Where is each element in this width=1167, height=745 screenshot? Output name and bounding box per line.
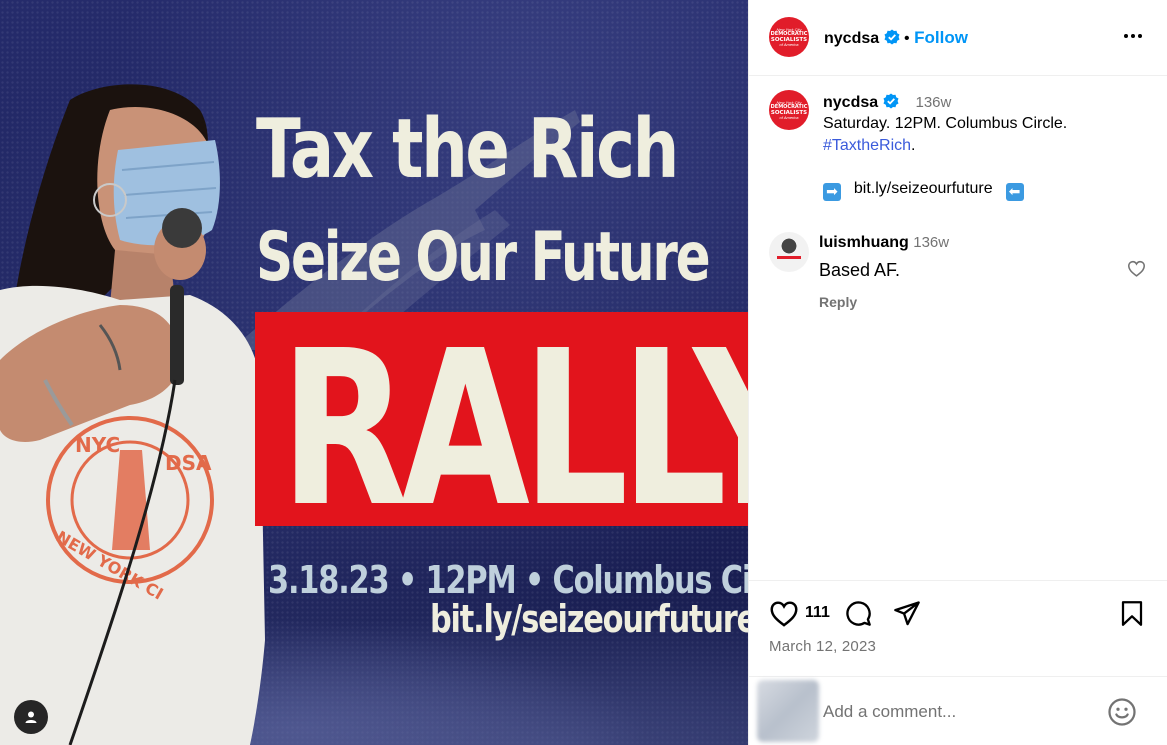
- poster-headline: RALLY: [280, 305, 748, 554]
- heart-outline-icon: [1127, 260, 1146, 277]
- header-separator: •: [904, 30, 910, 47]
- comment-input[interactable]: [823, 699, 1093, 725]
- header-user-row: nycdsa • Follow: [824, 28, 968, 48]
- like-button[interactable]: [769, 600, 799, 632]
- caption-time[interactable]: 136w: [916, 94, 952, 111]
- emoji-button[interactable]: [1107, 697, 1137, 732]
- author-username[interactable]: nycdsa: [824, 30, 879, 47]
- save-button[interactable]: [1120, 600, 1144, 632]
- post-side-panel: New York City DEMOCRATIC SOCIALISTS of A…: [748, 0, 1167, 745]
- comment-username[interactable]: luismhuang: [819, 234, 909, 251]
- comment-like-button[interactable]: [1127, 260, 1146, 282]
- post-header: New York City DEMOCRATIC SOCIALISTS of A…: [749, 0, 1167, 76]
- poster-line-1: Tax the Rich: [256, 102, 679, 197]
- emoji-smile-icon: [1108, 698, 1136, 726]
- caption-link-line: ➡ bit.ly/seizeourfuture ⬅: [823, 180, 1143, 201]
- left-arrow-icon: ⬅: [1005, 183, 1024, 201]
- person-icon: [25, 711, 37, 723]
- avatar-text-4: of America: [779, 41, 799, 47]
- heart-icon: [770, 601, 798, 627]
- send-icon: [894, 601, 920, 626]
- like-count[interactable]: 111: [805, 604, 830, 622]
- caption-username[interactable]: nycdsa: [823, 94, 878, 111]
- author-avatar[interactable]: New York City DEMOCRATIC SOCIALISTS of A…: [769, 17, 809, 57]
- caption-hashtag-line: #TaxtheRich.: [823, 135, 1143, 157]
- post-date[interactable]: March 12, 2023: [769, 638, 876, 655]
- shirt-text-dsa: DSA: [165, 451, 212, 475]
- commenter-avatar[interactable]: [769, 232, 809, 272]
- verified-badge-icon: [884, 29, 900, 45]
- caption-avatar-text-4: of America: [779, 114, 799, 120]
- share-button[interactable]: [893, 600, 921, 631]
- shirt-text-nyc: NYC: [75, 433, 120, 457]
- comment-header: luismhuang 136w: [819, 234, 949, 252]
- poster-url: bit.ly/seizeourfuture: [430, 597, 748, 641]
- comment-bubble-icon: [846, 601, 871, 626]
- bookmark-icon: [1121, 601, 1143, 626]
- reply-button[interactable]: Reply: [819, 294, 857, 310]
- post-modal: NYC DSA NEW YORK CI Tax the Rich Seize O…: [0, 0, 1167, 745]
- caption-hashtag[interactable]: #TaxtheRich: [823, 137, 911, 154]
- caption-hashtag-suffix: .: [911, 137, 916, 154]
- caption-content: nycdsa 136w Saturday. 12PM. Columbus Cir…: [823, 93, 1143, 201]
- more-options-button[interactable]: [1121, 24, 1145, 48]
- comment-text: Based AF.: [819, 260, 901, 280]
- post-actions: 111 March 12, 2023: [749, 580, 1167, 676]
- caption-link[interactable]: bit.ly/seizeourfuture: [854, 180, 993, 197]
- current-user-avatar[interactable]: [757, 680, 819, 742]
- add-comment-bar: [749, 676, 1167, 745]
- caption-author-avatar[interactable]: New York City DEMOCRATIC SOCIALISTS of A…: [769, 90, 809, 130]
- poster-line-2: Seize Our Future: [256, 218, 711, 297]
- comment-button[interactable]: [844, 599, 872, 632]
- caption-text: Saturday. 12PM. Columbus Circle.: [823, 115, 1068, 132]
- tagged-users-button[interactable]: [14, 700, 48, 734]
- more-horizontal-icon: [1124, 34, 1142, 38]
- post-image[interactable]: NYC DSA NEW YORK CI Tax the Rich Seize O…: [0, 0, 748, 745]
- poster-details: 3.18.23 • 12PM • Columbus Circle: [268, 558, 748, 602]
- follow-button[interactable]: Follow: [914, 28, 968, 47]
- comment-time[interactable]: 136w: [913, 234, 949, 251]
- right-arrow-icon: ➡: [823, 183, 841, 201]
- caption-verified-badge-icon: [883, 93, 899, 109]
